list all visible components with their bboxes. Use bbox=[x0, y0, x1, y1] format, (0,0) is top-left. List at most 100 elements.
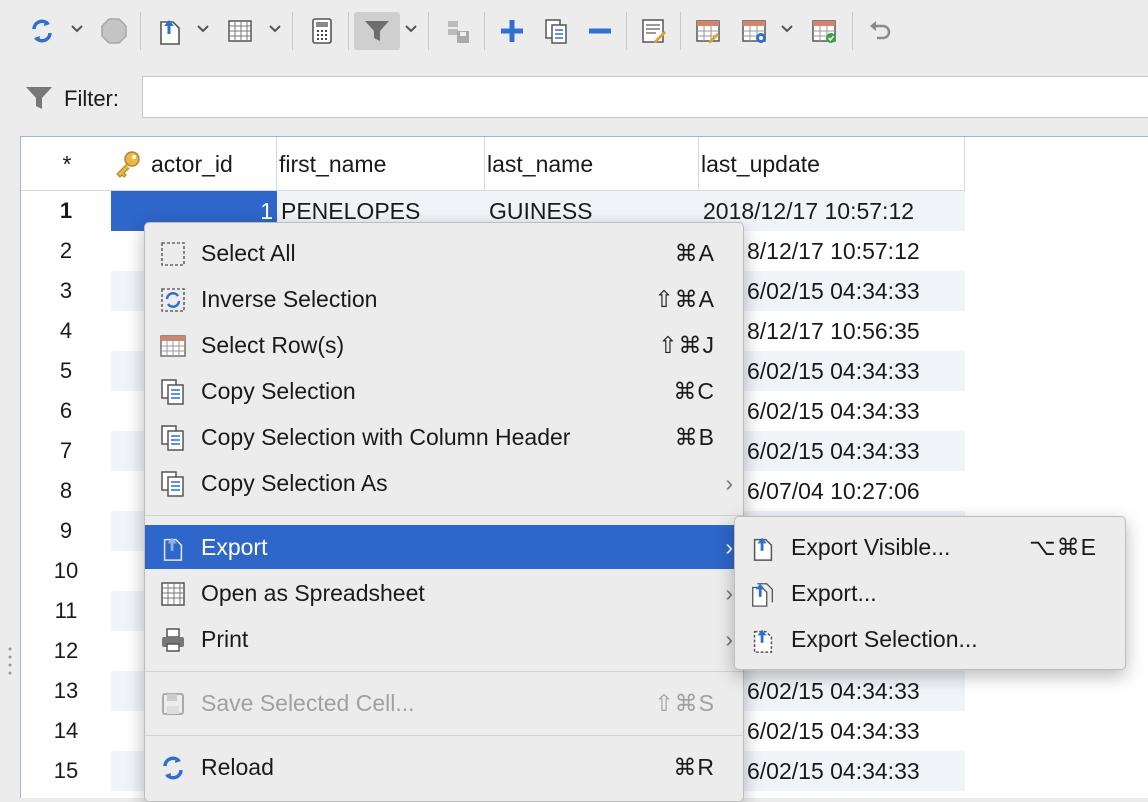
row-number[interactable]: 12 bbox=[21, 631, 111, 671]
chevron-right-icon: › bbox=[725, 470, 733, 496]
row-number[interactable]: 8 bbox=[21, 471, 111, 511]
spreadsheet-icon bbox=[161, 582, 185, 606]
undo-button[interactable] bbox=[860, 12, 900, 50]
menu-item-copy-selection[interactable]: Copy Selection ⌘C bbox=[145, 369, 743, 413]
printer-icon bbox=[162, 628, 184, 652]
export-icon bbox=[752, 583, 773, 607]
row-number[interactable]: 13 bbox=[21, 671, 111, 711]
cell-last-update[interactable]: 6/02/15 04:34:33 bbox=[741, 711, 965, 751]
remove-row-icon bbox=[589, 28, 611, 34]
column-header-row: * actor_id first_name last_name last_upd… bbox=[21, 137, 1148, 191]
spreadsheet-button[interactable] bbox=[220, 12, 260, 50]
menu-item-select-all[interactable]: Select All ⌘A bbox=[145, 231, 743, 275]
export-selection-icon bbox=[753, 629, 773, 653]
grid-edit-icon bbox=[696, 20, 720, 43]
menu-item-export-visible[interactable]: Export Visible... ⌥⌘E bbox=[735, 525, 1125, 569]
menu-item-save-selected-cell[interactable]: Save Selected Cell... ⇧⌘S bbox=[145, 681, 743, 725]
column-header-label: actor_id bbox=[151, 151, 233, 177]
row-number[interactable]: 4 bbox=[21, 311, 111, 351]
refresh-icon bbox=[163, 756, 183, 780]
grid-edit-button[interactable] bbox=[688, 12, 728, 50]
export-icon bbox=[163, 537, 183, 561]
select-all-icon bbox=[161, 242, 185, 266]
duplicate-row-icon bbox=[545, 19, 567, 44]
export-submenu: Export Visible... ⌥⌘E Export... Export S… bbox=[734, 516, 1126, 670]
refresh-button[interactable] bbox=[22, 12, 62, 50]
grid-check-button[interactable] bbox=[804, 12, 844, 50]
filter-button[interactable] bbox=[354, 12, 400, 50]
edit-record-icon bbox=[642, 19, 666, 43]
menu-item-export-all[interactable]: Export... bbox=[735, 571, 1125, 615]
corner-cell[interactable]: * bbox=[21, 137, 111, 191]
stop-button[interactable] bbox=[94, 12, 134, 50]
chevron-down-icon[interactable] bbox=[780, 22, 794, 36]
menu-item-select-rows[interactable]: Select Row(s) ⇧⌘J bbox=[145, 323, 743, 367]
edit-record-button[interactable] bbox=[634, 12, 674, 50]
chevron-right-icon: › bbox=[725, 534, 733, 560]
copy-icon bbox=[161, 471, 184, 497]
row-number[interactable]: 7 bbox=[21, 431, 111, 471]
filter-icon bbox=[26, 87, 52, 109]
menu-item-open-as-spreadsheet[interactable]: Open as Spreadsheet › bbox=[145, 571, 743, 615]
inverse-selection-icon bbox=[161, 288, 185, 312]
context-menu: Select All ⌘A Inverse Selection ⇧⌘A Sele… bbox=[144, 222, 744, 802]
row-number[interactable]: 1 bbox=[21, 191, 111, 231]
export-icon bbox=[753, 537, 773, 561]
filter-icon bbox=[365, 21, 389, 41]
row-number[interactable]: 10 bbox=[21, 551, 111, 591]
grid-settings-icon bbox=[742, 20, 766, 43]
chevron-down-icon[interactable] bbox=[196, 22, 210, 36]
remove-row-button[interactable] bbox=[580, 12, 620, 50]
save-icon bbox=[162, 693, 184, 715]
cell-last-update[interactable]: 6/02/15 04:34:33 bbox=[741, 391, 965, 431]
menu-item-inverse-selection[interactable]: Inverse Selection ⇧⌘A bbox=[145, 277, 743, 321]
save-icon bbox=[448, 21, 469, 43]
row-number[interactable]: 6 bbox=[21, 391, 111, 431]
row-number[interactable]: 3 bbox=[21, 271, 111, 311]
filter-label: Filter: bbox=[64, 86, 119, 111]
column-header-actor-id[interactable]: actor_id bbox=[111, 137, 277, 191]
row-number[interactable]: 15 bbox=[21, 751, 111, 791]
export-icon bbox=[160, 20, 180, 45]
row-number[interactable]: 11 bbox=[21, 591, 111, 631]
menu-item-reload[interactable]: Reload ⌘R bbox=[145, 745, 743, 789]
filter-input[interactable] bbox=[142, 76, 1148, 118]
duplicate-row-button[interactable] bbox=[536, 12, 576, 50]
add-row-button[interactable] bbox=[492, 12, 532, 50]
row-number[interactable]: 2 bbox=[21, 231, 111, 271]
spreadsheet-icon bbox=[228, 20, 252, 42]
chevron-down-icon[interactable] bbox=[404, 22, 418, 36]
chevron-right-icon: › bbox=[725, 626, 733, 652]
chevron-down-icon[interactable] bbox=[70, 22, 84, 36]
row-number[interactable]: 14 bbox=[21, 711, 111, 751]
menu-item-export[interactable]: Export › bbox=[145, 525, 743, 569]
key-icon bbox=[116, 151, 140, 178]
cell-last-update[interactable]: 8/12/17 10:57:12 bbox=[741, 231, 965, 271]
row-number[interactable]: 9 bbox=[21, 511, 111, 551]
stop-icon bbox=[101, 18, 127, 44]
menu-item-copy-selection-with-header[interactable]: Copy Selection with Column Header ⌘B bbox=[145, 415, 743, 459]
select-rows-icon bbox=[160, 335, 186, 357]
copy-icon bbox=[161, 379, 184, 405]
column-header-last-name[interactable]: last_name bbox=[485, 137, 699, 191]
column-header-first-name[interactable]: first_name bbox=[277, 137, 485, 191]
grid-settings-button[interactable] bbox=[734, 12, 774, 50]
calculator-button[interactable] bbox=[302, 12, 342, 50]
menu-item-print[interactable]: Print › bbox=[145, 617, 743, 661]
export-button[interactable] bbox=[150, 12, 190, 50]
copy-icon bbox=[161, 425, 184, 451]
row-number[interactable]: 5 bbox=[21, 351, 111, 391]
resize-grip-icon[interactable] bbox=[8, 646, 12, 676]
menu-item-export-selection[interactable]: Export Selection... bbox=[735, 617, 1125, 661]
cell-last-update[interactable]: 8/12/17 10:56:35 bbox=[741, 311, 965, 351]
chevron-down-icon[interactable] bbox=[268, 22, 282, 36]
save-button[interactable] bbox=[438, 12, 478, 50]
grid-check-icon bbox=[812, 20, 836, 43]
column-header-last-update[interactable]: last_update bbox=[699, 137, 965, 191]
cell-last-update[interactable]: 6/07/04 10:27:06 bbox=[741, 471, 965, 511]
refresh-icon bbox=[32, 19, 52, 43]
menu-item-copy-selection-as[interactable]: Copy Selection As › bbox=[145, 461, 743, 505]
calculator-icon bbox=[312, 18, 332, 44]
toolbar bbox=[0, 0, 1148, 64]
undo-icon bbox=[870, 21, 891, 40]
